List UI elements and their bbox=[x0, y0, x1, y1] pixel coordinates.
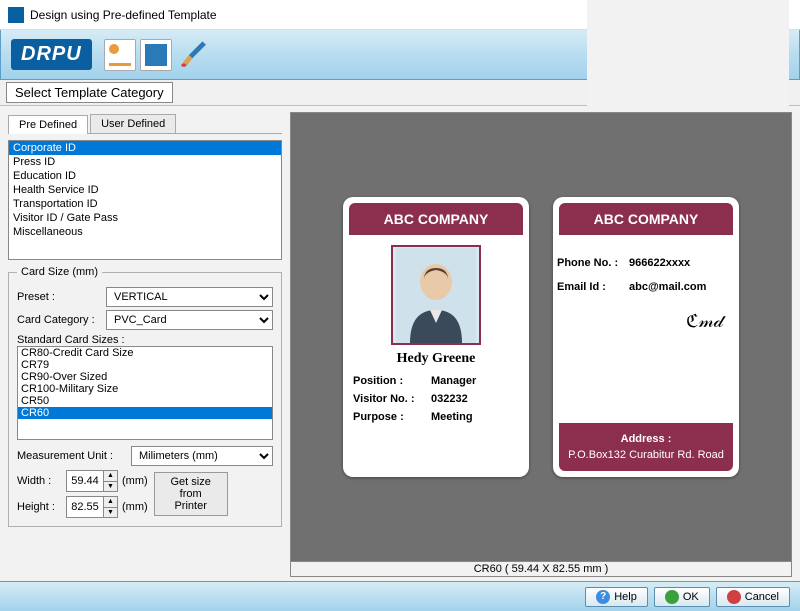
list-item[interactable]: CR90-Over Sized bbox=[18, 371, 272, 383]
height-spinner[interactable]: ▲▼ bbox=[66, 496, 118, 518]
width-spinner[interactable]: ▲▼ bbox=[66, 470, 118, 492]
visitor-label: Visitor No. : bbox=[353, 393, 431, 405]
list-item[interactable]: CR50 bbox=[18, 395, 272, 407]
spin-down[interactable]: ▼ bbox=[103, 508, 117, 518]
height-label: Height : bbox=[17, 501, 62, 513]
list-item[interactable]: CR80-Credit Card Size bbox=[18, 347, 272, 359]
address-label: Address : bbox=[567, 433, 725, 445]
visitor-value: 032232 bbox=[431, 393, 468, 405]
card-size-legend: Card Size (mm) bbox=[17, 266, 102, 278]
sizes-list[interactable]: CR80-Credit Card Size CR79 CR90-Over Siz… bbox=[17, 346, 273, 440]
header-bar: DRPU DRPU ID Card Designer Corporate Edi… bbox=[0, 30, 800, 80]
address-value: P.O.Box132 Curabitur Rd. Road bbox=[567, 449, 725, 461]
brush-icon bbox=[176, 37, 212, 73]
email-value: abc@mail.com bbox=[629, 281, 706, 293]
list-item[interactable]: CR79 bbox=[18, 359, 272, 371]
phone-label: Phone No. : bbox=[557, 257, 629, 269]
cancel-button[interactable]: Cancel bbox=[716, 587, 790, 607]
preview-area: ABC COMPANY Hedy Greene Position :Manage… bbox=[290, 106, 800, 581]
card-category-label: Card Category : bbox=[17, 314, 102, 326]
list-item[interactable]: CR60 bbox=[18, 407, 272, 419]
ok-button[interactable]: OK bbox=[654, 587, 710, 607]
card-name: Hedy Greene bbox=[353, 351, 519, 367]
help-icon: ? bbox=[596, 590, 610, 604]
card-company: ABC COMPANY bbox=[349, 203, 523, 235]
photo-placeholder bbox=[391, 245, 481, 345]
spin-up[interactable]: ▲ bbox=[103, 471, 117, 482]
template-tabs: Pre Defined User Defined bbox=[8, 114, 282, 134]
canvas-status: CR60 ( 59.44 X 82.55 mm ) bbox=[290, 562, 792, 577]
list-item[interactable]: Corporate ID bbox=[9, 141, 281, 155]
tab-predefined[interactable]: Pre Defined bbox=[8, 115, 88, 134]
ok-icon bbox=[665, 590, 679, 604]
card-size-fieldset: Card Size (mm) Preset : VERTICAL Card Ca… bbox=[8, 266, 282, 527]
card-company-back: ABC COMPANY bbox=[559, 203, 733, 235]
preset-select[interactable]: VERTICAL bbox=[106, 287, 273, 307]
list-item[interactable]: Education ID bbox=[9, 169, 281, 183]
height-input[interactable] bbox=[67, 497, 103, 517]
list-item[interactable]: Visitor ID / Gate Pass bbox=[9, 211, 281, 225]
cancel-icon bbox=[727, 590, 741, 604]
unit-suffix: (mm) bbox=[122, 475, 148, 487]
list-item[interactable]: Transportation ID bbox=[9, 197, 281, 211]
tab-userdefined[interactable]: User Defined bbox=[90, 114, 176, 133]
help-button[interactable]: ?Help bbox=[585, 587, 648, 607]
purpose-value: Meeting bbox=[431, 411, 473, 423]
logo: DRPU bbox=[11, 39, 92, 70]
phone-value: 966622xxxx bbox=[629, 257, 690, 269]
address-footer: Address : P.O.Box132 Curabitur Rd. Road bbox=[559, 423, 733, 471]
footer: ?Help OK Cancel bbox=[0, 581, 800, 611]
header-icons bbox=[104, 39, 172, 71]
width-label: Width : bbox=[17, 475, 62, 487]
card-category-select[interactable]: PVC_Card bbox=[106, 310, 273, 330]
unit-label: Measurement Unit : bbox=[17, 450, 127, 462]
position-label: Position : bbox=[353, 375, 431, 387]
unit-suffix: (mm) bbox=[122, 501, 148, 513]
email-label: Email Id : bbox=[557, 281, 629, 293]
list-item[interactable]: Miscellaneous bbox=[9, 225, 281, 239]
window-title: Design using Pre-defined Template bbox=[30, 8, 217, 22]
card-front: ABC COMPANY Hedy Greene Position :Manage… bbox=[343, 197, 529, 477]
spin-up[interactable]: ▲ bbox=[103, 497, 117, 508]
id-card-icon-2 bbox=[140, 39, 172, 71]
signature: ℭ𝓂𝒹 bbox=[557, 311, 723, 332]
list-item[interactable]: Press ID bbox=[9, 155, 281, 169]
list-item[interactable]: CR100-Military Size bbox=[18, 383, 272, 395]
app-icon bbox=[8, 7, 24, 23]
spin-down[interactable]: ▼ bbox=[103, 482, 117, 492]
sizes-label: Standard Card Sizes : bbox=[17, 334, 273, 346]
left-panel: Pre Defined User Defined Corporate ID Pr… bbox=[0, 106, 290, 581]
unit-select[interactable]: Milimeters (mm) bbox=[131, 446, 273, 466]
template-list[interactable]: Corporate ID Press ID Education ID Healt… bbox=[8, 140, 282, 260]
id-card-icon-1 bbox=[104, 39, 136, 71]
printer-size-button[interactable]: Get size from Printer bbox=[154, 472, 228, 516]
purpose-label: Purpose : bbox=[353, 411, 431, 423]
preset-label: Preset : bbox=[17, 291, 102, 303]
category-label: Select Template Category bbox=[6, 82, 173, 103]
position-value: Manager bbox=[431, 375, 476, 387]
list-item[interactable]: Health Service ID bbox=[9, 183, 281, 197]
width-input[interactable] bbox=[67, 471, 103, 491]
canvas: ABC COMPANY Hedy Greene Position :Manage… bbox=[290, 112, 792, 562]
card-back: ABC COMPANY Phone No. :966622xxxx Email … bbox=[553, 197, 739, 477]
